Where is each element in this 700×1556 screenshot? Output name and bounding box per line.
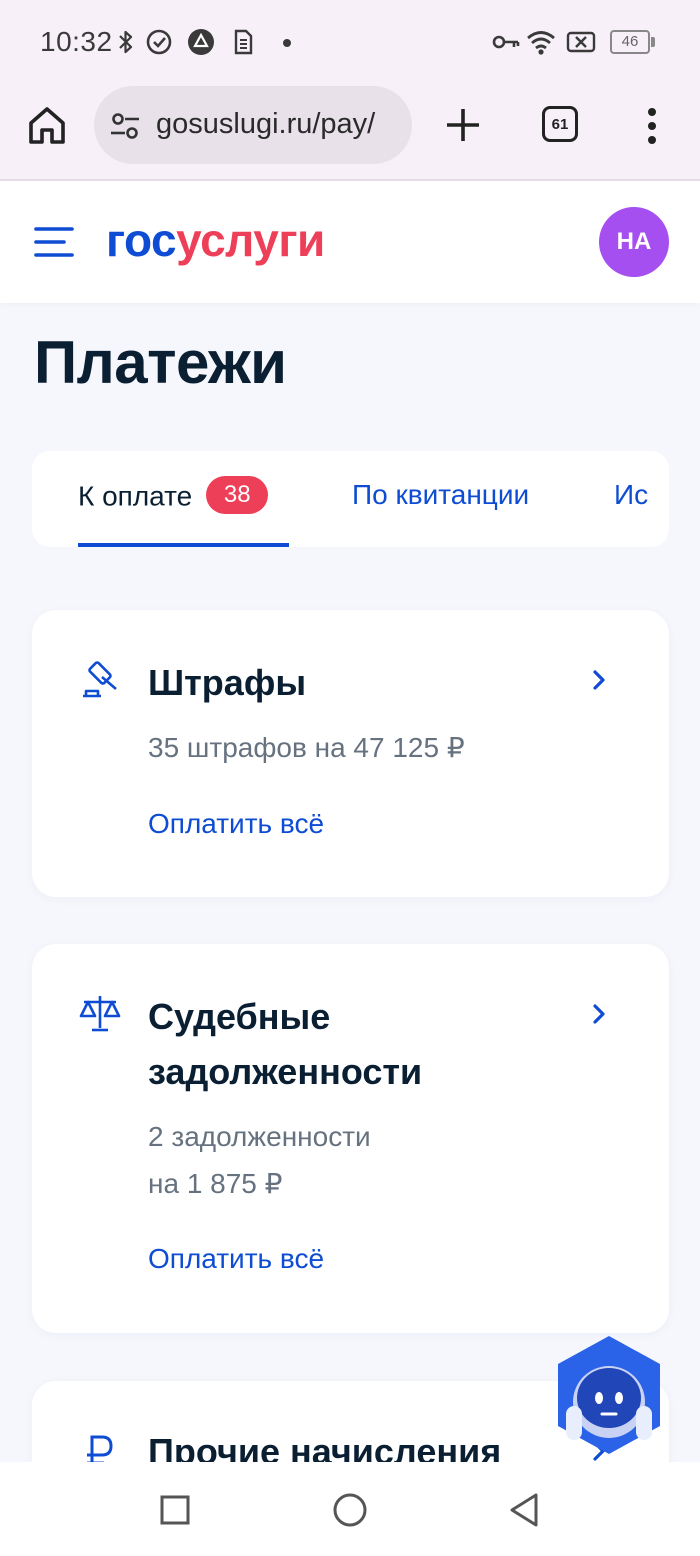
system-nav-bar xyxy=(0,1462,700,1556)
court-debts-title-line1: Судебные xyxy=(148,996,331,1037)
no-signal-icon xyxy=(566,31,596,53)
url-bar[interactable]: gosuslugi.ru/pay/ xyxy=(94,86,412,164)
scales-icon xyxy=(79,996,121,1032)
user-avatar[interactable]: НА xyxy=(599,207,669,277)
hamburger-menu-icon[interactable] xyxy=(34,225,74,259)
drive-icon xyxy=(188,29,214,55)
gavel-icon xyxy=(83,661,117,698)
site-header: госуслуги НА xyxy=(0,181,700,303)
payment-tabs: К оплате 38 По квитанции Ис xyxy=(32,451,669,547)
court-debts-amount: на 1 875 ₽ xyxy=(148,1168,283,1199)
check-circle-icon xyxy=(146,29,172,55)
pay-all-fines-link[interactable]: Оплатить всё xyxy=(148,808,324,840)
tab-by-receipt[interactable]: По квитанции xyxy=(352,479,529,511)
vpn-key-icon xyxy=(492,35,520,49)
sim-icon xyxy=(234,29,253,55)
page-title: Платежи xyxy=(34,329,287,396)
active-tab-indicator xyxy=(78,543,289,547)
tab-switcher-button[interactable]: 61 xyxy=(542,106,578,142)
home-icon[interactable] xyxy=(26,104,68,146)
tab-history[interactable]: Ис xyxy=(614,479,648,511)
back-nav-icon[interactable] xyxy=(505,1490,545,1530)
tab-to-pay[interactable]: К оплате 38 xyxy=(78,476,269,517)
new-tab-icon[interactable] xyxy=(444,106,482,144)
battery-tip xyxy=(651,37,655,47)
gosuslugi-logo[interactable]: госуслуги xyxy=(106,213,325,267)
logo-part-gos: гос xyxy=(106,214,177,266)
robot-assistant-icon[interactable] xyxy=(552,1334,666,1456)
chevron-right-icon[interactable] xyxy=(590,1001,608,1027)
bluetooth-icon xyxy=(119,30,133,54)
browser-toolbar: gosuslugi.ru/pay/ 61 xyxy=(0,84,700,180)
browser-chrome: 10:32 46 gosuslugi.ru/pay/ 61 xyxy=(0,0,700,181)
site-settings-icon[interactable] xyxy=(110,112,140,140)
recent-apps-icon[interactable] xyxy=(155,1490,195,1530)
status-time: 10:32 xyxy=(40,26,113,57)
chevron-right-icon[interactable] xyxy=(590,667,608,693)
court-debts-card[interactable]: Судебные задолженности 2 задолженности н… xyxy=(32,944,669,1333)
to-pay-count-badge: 38 xyxy=(206,476,269,514)
court-debts-count: 2 задолженности xyxy=(148,1121,371,1152)
court-debts-title-line2: задолженности xyxy=(148,1051,423,1092)
url-text[interactable]: gosuslugi.ru/pay/ xyxy=(156,108,375,141)
more-menu-icon[interactable] xyxy=(644,106,660,146)
logo-part-uslugi: услуги xyxy=(176,214,325,266)
tab-to-pay-label: К оплате xyxy=(78,480,193,512)
fines-title: Штрафы xyxy=(148,662,307,703)
pay-all-court-debts-link[interactable]: Оплатить всё xyxy=(148,1243,324,1275)
wifi-icon xyxy=(527,31,555,55)
dot-icon xyxy=(283,39,291,47)
battery-icon: 46 xyxy=(610,30,650,54)
fines-card[interactable]: Штрафы 35 штрафов на 47 125 ₽ Оплатить в… xyxy=(32,610,669,897)
status-bar: 10:32 46 xyxy=(0,0,700,84)
fines-summary: 35 штрафов на 47 125 ₽ xyxy=(148,732,465,763)
home-nav-icon[interactable] xyxy=(330,1490,370,1530)
